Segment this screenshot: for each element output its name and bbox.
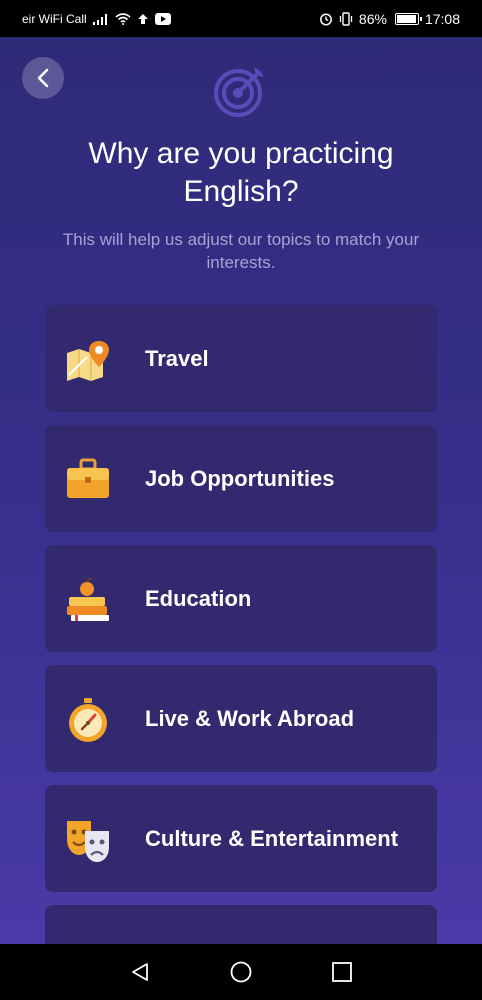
clock: 17:08 xyxy=(424,10,460,27)
signal-icon xyxy=(92,13,107,25)
upload-icon xyxy=(137,13,148,24)
nav-home-button[interactable] xyxy=(226,957,256,987)
page-title: Why are you practicing English? xyxy=(88,137,394,208)
option-live-work-abroad[interactable]: Live & Work Abroad xyxy=(45,665,437,772)
briefcase-icon xyxy=(67,458,109,498)
travel-map-icon xyxy=(67,341,109,381)
status-left: eir WiFi Call xyxy=(22,12,171,26)
battery-fill xyxy=(396,14,416,23)
books-apple-icon xyxy=(67,577,109,621)
theater-masks-icon xyxy=(67,821,109,862)
option-culture-entertainment[interactable]: Culture & Entertainment xyxy=(45,785,437,892)
option-travel[interactable]: Travel xyxy=(45,305,437,412)
option-education[interactable]: Education xyxy=(45,545,437,652)
circle-home-icon xyxy=(230,961,252,983)
status-bar: eir WiFi Call 86% 17:08 xyxy=(0,0,482,37)
battery-icon xyxy=(394,12,422,25)
wifi-icon xyxy=(115,12,131,25)
option-label: Culture & Entertainment xyxy=(145,825,399,851)
triangle-back-icon xyxy=(132,963,149,981)
option-job-opportunities[interactable]: Job Opportunities xyxy=(45,425,437,532)
target-icon xyxy=(214,67,264,117)
stopwatch-icon xyxy=(69,698,107,742)
nav-recents-button[interactable] xyxy=(327,957,357,987)
alarm-icon xyxy=(319,13,332,25)
chevron-left-icon xyxy=(37,68,49,88)
option-label: Education xyxy=(145,585,252,611)
app-screen: Why are you practicing English? This wil… xyxy=(0,37,482,944)
status-right: 86% 17:08 xyxy=(319,11,460,27)
square-recents-icon xyxy=(331,962,352,982)
carrier-label: eir WiFi Call xyxy=(22,11,87,26)
battery-percent: 86% xyxy=(358,10,387,27)
navigation-bar xyxy=(0,944,482,1000)
vibrate-icon xyxy=(339,11,353,26)
option-label: Live & Work Abroad xyxy=(145,705,355,731)
option-label: Job Opportunities xyxy=(145,465,335,491)
page-subtitle: This will help us adjust our topics to m… xyxy=(62,230,420,272)
back-button[interactable] xyxy=(22,57,64,99)
nav-back-button[interactable] xyxy=(125,957,155,987)
option-partial[interactable] xyxy=(45,905,437,944)
option-label: Travel xyxy=(145,345,209,371)
youtube-icon xyxy=(154,12,171,25)
option-list: Travel Job Opportunities Education Live … xyxy=(45,305,437,944)
